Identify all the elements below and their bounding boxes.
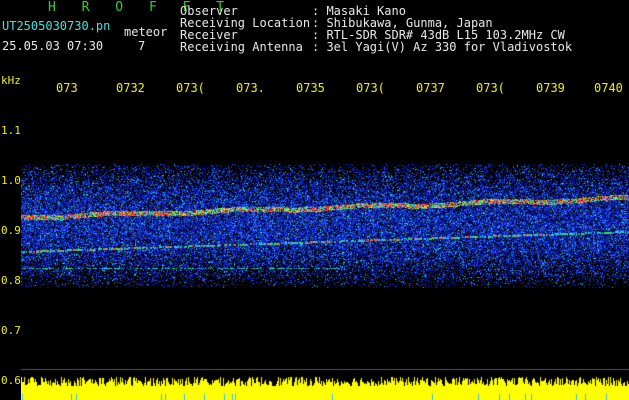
y-tick-label: 0.6 [1,374,21,387]
x-tick-label: 073. [236,81,265,95]
antenna-label: Receiving Antenna [180,40,303,54]
hrofft-screen: H R O F F T UT2505030730.pn meteor 25.05… [0,0,629,400]
x-tick-label: 0737 [416,81,445,95]
antenna-value: : 3el Yagi(V) Az 330 for Vladivostok [312,40,573,54]
y-tick-label: 1.0 [1,174,21,187]
x-tick-label: 0732 [116,81,145,95]
x-tick-label: 073( [356,81,385,95]
y-unit-label: kHz [1,74,21,87]
x-tick-label: 0739 [536,81,565,95]
y-tick-label: 0.9 [1,224,21,237]
x-tick-label: 073 [56,81,78,95]
date-time: 25.05.03 07:30 [2,39,104,53]
y-tick-label: 1.1 [1,124,21,137]
filename-label: UT2505030730.pn [2,19,111,33]
x-tick-label: 073( [476,81,505,95]
x-tick-label: 0740 [594,81,623,95]
y-tick-label: 0.7 [1,324,21,337]
x-tick-label: 0735 [296,81,325,95]
meteor-label: meteor [124,25,168,39]
meteor-count: 7 [138,39,146,53]
y-tick-label: 0.8 [1,274,21,287]
spectrogram-plot [21,96,629,400]
x-tick-label: 073( [176,81,205,95]
